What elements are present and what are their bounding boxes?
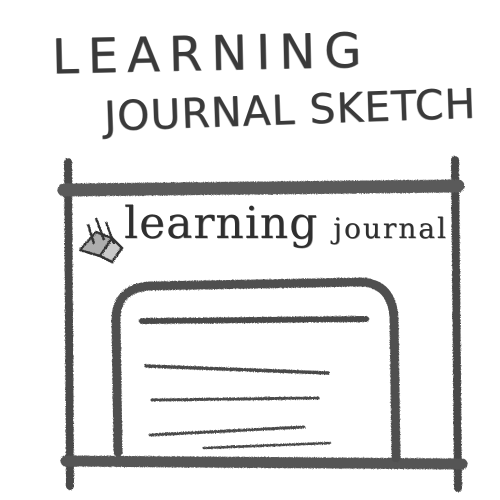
app-title: learning journal bbox=[124, 198, 448, 249]
content-heading-line bbox=[139, 316, 369, 324]
content-text-lines bbox=[139, 316, 369, 450]
window-right-edge bbox=[451, 156, 462, 492]
content-text-line-2 bbox=[150, 396, 320, 402]
window-bottom-edge bbox=[60, 455, 468, 470]
window-title-bar bbox=[57, 179, 465, 197]
wireframe-sketch bbox=[57, 156, 468, 492]
book-icon bbox=[78, 217, 124, 264]
content-text-line-3 bbox=[148, 425, 306, 437]
content-text-line-4 bbox=[202, 441, 332, 450]
app-title-main: learning bbox=[124, 198, 319, 249]
window-left-edge bbox=[64, 158, 74, 490]
app-title-sub: journal bbox=[333, 212, 448, 245]
content-text-line-1 bbox=[144, 364, 330, 375]
